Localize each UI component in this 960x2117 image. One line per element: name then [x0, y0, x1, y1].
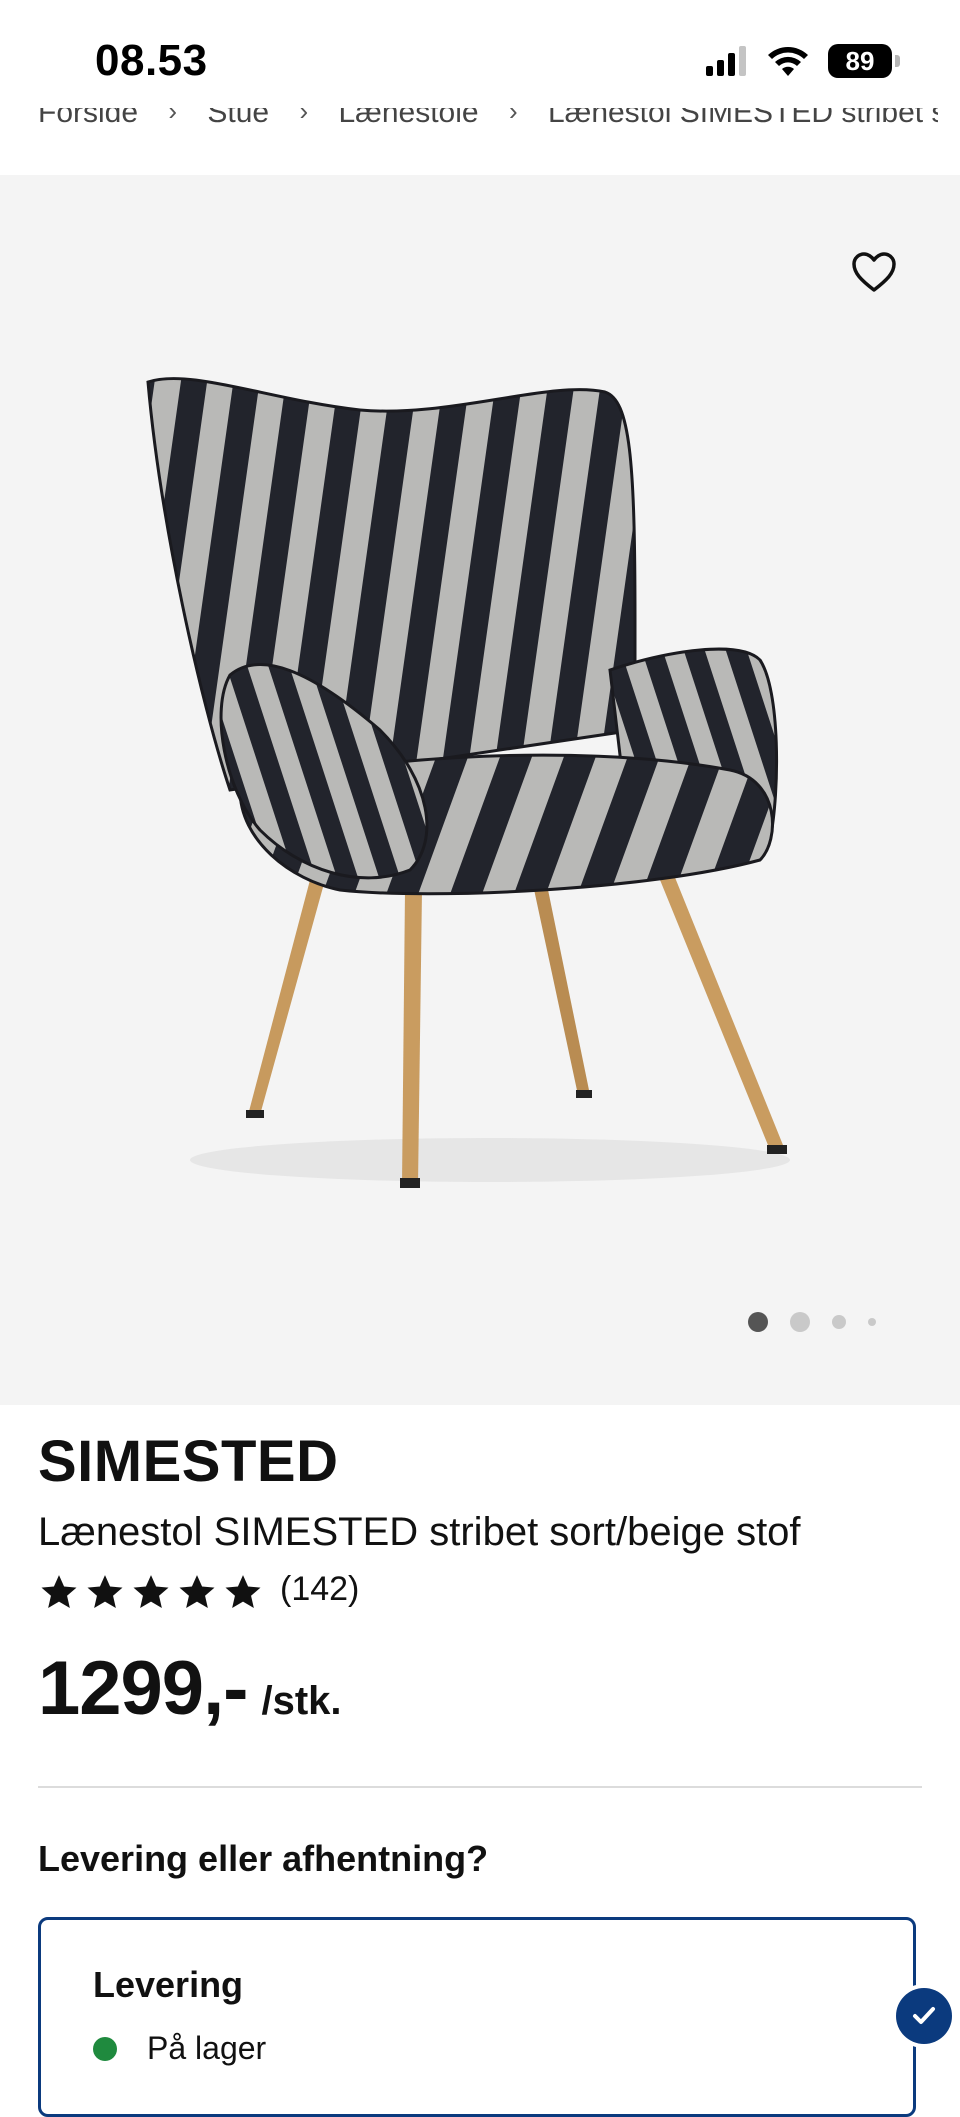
battery-level: 89: [828, 44, 892, 78]
stock-status: På lager: [93, 2030, 266, 2067]
price-unit: /stk.: [261, 1679, 342, 1723]
product-rating[interactable]: (142): [38, 1570, 359, 1614]
divider: [38, 1786, 922, 1788]
heart-outline-icon: [852, 252, 896, 292]
gallery-dot[interactable]: [832, 1315, 846, 1329]
cellular-signal-icon: [706, 46, 746, 76]
star-filled-icon: [225, 1575, 261, 1609]
stock-status-text: På lager: [147, 2030, 267, 2066]
star-filled-icon: [179, 1575, 215, 1609]
status-icons: 89: [706, 44, 900, 78]
price-value: 1299,-: [38, 1646, 248, 1731]
product-price: 1299,- /stk.: [38, 1645, 342, 1732]
star-filled-icon: [87, 1575, 123, 1609]
status-time: 08.53: [95, 36, 208, 85]
wifi-icon: [768, 47, 808, 76]
product-name: Lænestol SIMESTED stribet sort/beige sto…: [38, 1510, 801, 1554]
status-bar: 08.53 89: [0, 0, 960, 108]
favorite-button[interactable]: [846, 244, 902, 300]
star-filled-icon: [41, 1575, 77, 1609]
gallery-dot[interactable]: [868, 1318, 876, 1326]
product-brand: SIMESTED: [38, 1429, 339, 1494]
rating-stars: [38, 1572, 264, 1614]
product-image: [146, 377, 790, 1188]
gallery-dot[interactable]: [790, 1312, 810, 1332]
battery-icon: 89: [828, 44, 900, 78]
gallery-dot-active[interactable]: [748, 1312, 768, 1332]
gallery-pagination: [748, 1312, 876, 1332]
in-stock-indicator-icon: [93, 2036, 117, 2061]
delivery-heading: Levering eller afhentning?: [38, 1838, 489, 1879]
review-count[interactable]: (142): [280, 1570, 359, 1609]
star-filled-icon: [133, 1575, 169, 1609]
selected-checkmark-icon: [896, 1988, 952, 2044]
delivery-option-title: Levering: [93, 1964, 244, 2005]
delivery-option-card[interactable]: Levering På lager: [38, 1917, 916, 2117]
